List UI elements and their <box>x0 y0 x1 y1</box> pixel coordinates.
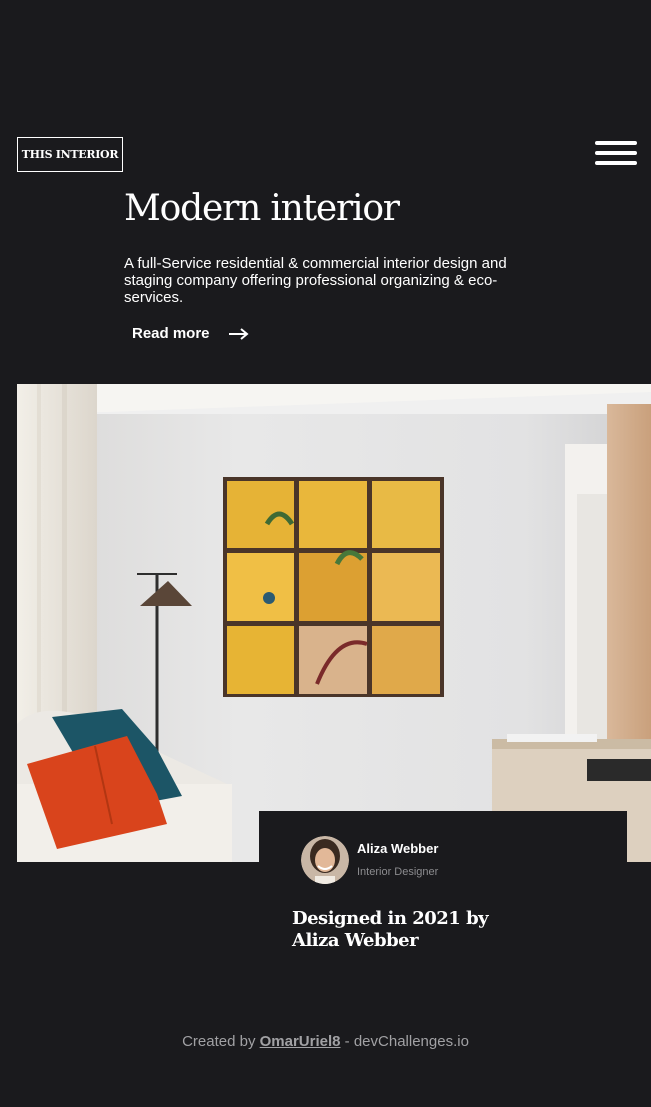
author-profile-link[interactable]: OmarUriel8 <box>260 1033 341 1050</box>
footer-site: devChallenges.io <box>353 1033 469 1050</box>
menu-bar <box>595 161 637 165</box>
menu-bar <box>595 151 637 155</box>
footer-prefix: Created by <box>182 1033 260 1050</box>
designer-card: Aliza Webber Interior Designer Designed … <box>259 811 627 986</box>
author-name: Aliza Webber <box>357 841 439 856</box>
interior-photo <box>17 384 651 862</box>
hero-title: Modern interior <box>124 188 400 229</box>
read-more-label: Read more <box>132 325 210 342</box>
hero-description: A full-Service residential & commercial … <box>124 255 507 306</box>
footer-separator: - <box>340 1033 354 1050</box>
menu-bar <box>595 141 637 145</box>
footer-credits: Created by OmarUriel8 - devChallenges.io <box>0 1033 651 1050</box>
hamburger-menu-icon[interactable] <box>595 139 637 167</box>
read-more-link[interactable]: Read more <box>132 325 250 342</box>
avatar <box>301 836 349 884</box>
card-title: Designed in 2021 by Aliza Webber <box>292 908 489 951</box>
arrow-right-icon <box>228 327 249 340</box>
logo-link[interactable]: THIS INTERIOR <box>17 137 123 172</box>
author-role: Interior Designer <box>357 866 439 878</box>
